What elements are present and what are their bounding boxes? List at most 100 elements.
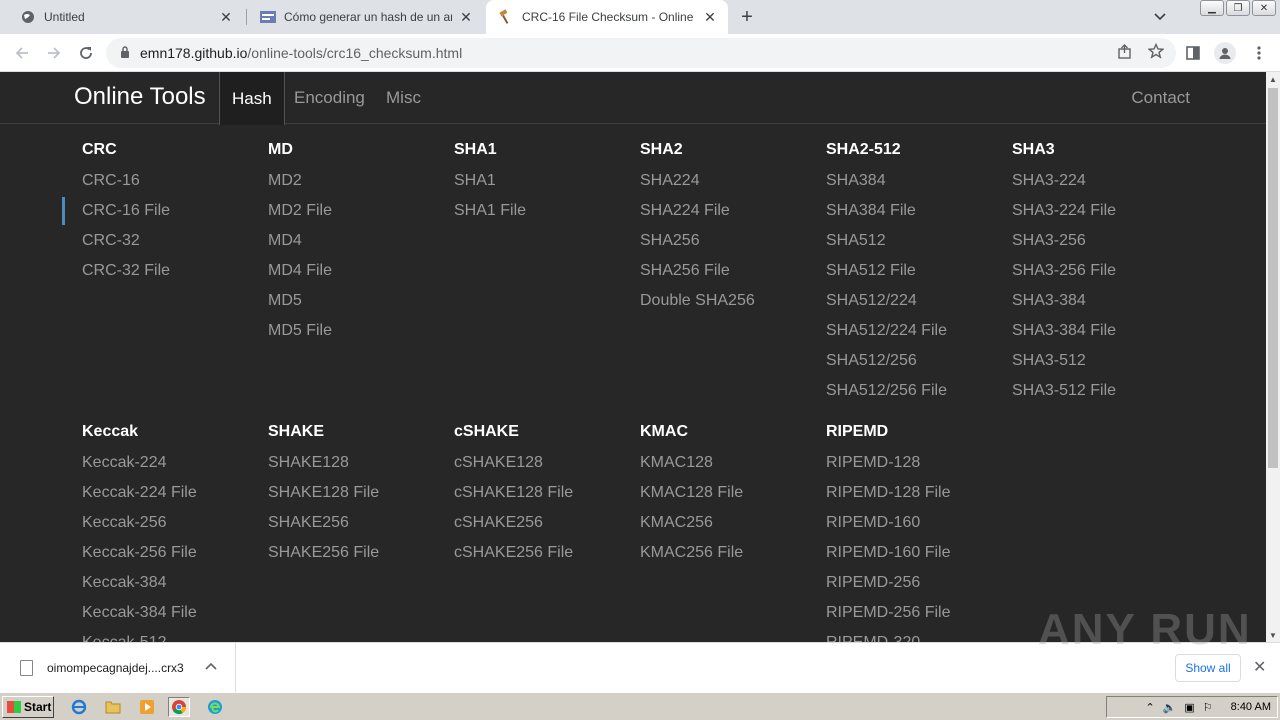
nav-hash[interactable]: Hash <box>219 72 285 125</box>
menu-item-keccak-224[interactable]: Keccak-224 <box>82 448 268 478</box>
menu-item-sha3-256[interactable]: SHA3-256 <box>1012 226 1198 256</box>
menu-item-sha256-file[interactable]: SHA256 File <box>640 256 826 286</box>
close-icon[interactable]: ✕ <box>458 9 474 25</box>
menu-item-keccak-256[interactable]: Keccak-256 <box>82 508 268 538</box>
menu-item-ripemd-160-file[interactable]: RIPEMD-160 File <box>826 538 1012 568</box>
ie-icon[interactable] <box>68 697 90 717</box>
media-player-icon[interactable] <box>136 697 158 717</box>
menu-item-sha256[interactable]: SHA256 <box>640 226 826 256</box>
nav-misc[interactable]: Misc <box>386 72 421 124</box>
chevron-up-icon[interactable] <box>205 659 217 673</box>
minimize-button[interactable]: ▁ <box>1200 0 1224 16</box>
menu-item-sha3-224[interactable]: SHA3-224 <box>1012 166 1198 196</box>
new-tab-button[interactable]: + <box>736 6 758 28</box>
menu-item-crc-32[interactable]: CRC-32 <box>82 226 268 256</box>
menu-item-sha512-file[interactable]: SHA512 File <box>826 256 1012 286</box>
menu-item-sha512-256[interactable]: SHA512/256 <box>826 346 1012 376</box>
menu-item-crc-32-file[interactable]: CRC-32 File <box>82 256 268 286</box>
menu-item-kmac256-file[interactable]: KMAC256 File <box>640 538 826 568</box>
menu-item-sha384[interactable]: SHA384 <box>826 166 1012 196</box>
show-all-button[interactable]: Show all <box>1175 654 1241 682</box>
menu-item-sha384-file[interactable]: SHA384 File <box>826 196 1012 226</box>
menu-item-double-sha256[interactable]: Double SHA256 <box>640 286 826 316</box>
menu-item-crc-16[interactable]: CRC-16 <box>82 166 268 196</box>
nav-contact[interactable]: Contact <box>1131 72 1190 124</box>
side-panel-icon[interactable] <box>1182 42 1204 64</box>
volume-icon[interactable]: 🔈 <box>1163 701 1177 714</box>
menu-item-md5[interactable]: MD5 <box>268 286 454 316</box>
menu-item-sha3-384-file[interactable]: SHA3-384 File <box>1012 316 1198 346</box>
menu-item-sha224-file[interactable]: SHA224 File <box>640 196 826 226</box>
menu-item-md2-file[interactable]: MD2 File <box>268 196 454 226</box>
menu-item-shake128[interactable]: SHAKE128 <box>268 448 454 478</box>
close-icon[interactable]: ✕ <box>702 9 718 25</box>
site-brand[interactable]: Online Tools <box>74 83 206 111</box>
close-icon[interactable]: ✕ <box>1253 657 1266 677</box>
forward-button[interactable] <box>42 41 66 65</box>
edge-icon[interactable] <box>204 697 226 717</box>
menu-item-md5-file[interactable]: MD5 File <box>268 316 454 346</box>
menu-item-sha224[interactable]: SHA224 <box>640 166 826 196</box>
restore-button[interactable]: ❐ <box>1226 0 1250 16</box>
menu-item-ripemd-160[interactable]: RIPEMD-160 <box>826 508 1012 538</box>
menu-item-cshake128[interactable]: cSHAKE128 <box>454 448 640 478</box>
back-button[interactable] <box>10 41 34 65</box>
menu-item-sha1-file[interactable]: SHA1 File <box>454 196 640 226</box>
menu-item-kmac256[interactable]: KMAC256 <box>640 508 826 538</box>
menu-item-sha512-224-file[interactable]: SHA512/224 File <box>826 316 1012 346</box>
page-scrollbar[interactable]: ▲ ▼ <box>1266 72 1280 642</box>
flag-icon[interactable]: ⚐ <box>1203 701 1213 714</box>
menu-item-shake128-file[interactable]: SHAKE128 File <box>268 478 454 508</box>
menu-item-keccak-224-file[interactable]: Keccak-224 File <box>82 478 268 508</box>
menu-item-sha512[interactable]: SHA512 <box>826 226 1012 256</box>
lock-icon[interactable] <box>120 45 130 61</box>
bookmark-star-icon[interactable] <box>1147 42 1165 63</box>
nav-encoding[interactable]: Encoding <box>294 72 365 124</box>
kebab-menu-icon[interactable] <box>1248 42 1270 64</box>
close-icon[interactable]: ✕ <box>218 9 234 25</box>
menu-item-cshake256[interactable]: cSHAKE256 <box>454 508 640 538</box>
menu-item-cshake256-file[interactable]: cSHAKE256 File <box>454 538 640 568</box>
scroll-thumb[interactable] <box>1268 88 1278 468</box>
menu-item-sha3-384[interactable]: SHA3-384 <box>1012 286 1198 316</box>
menu-item-ripemd-128-file[interactable]: RIPEMD-128 File <box>826 478 1012 508</box>
menu-item-kmac128[interactable]: KMAC128 <box>640 448 826 478</box>
network-icon[interactable]: ▣ <box>1184 701 1194 714</box>
menu-item-sha3-256-file[interactable]: SHA3-256 File <box>1012 256 1198 286</box>
close-window-button[interactable]: ✕ <box>1252 0 1276 16</box>
menu-item-shake256-file[interactable]: SHAKE256 File <box>268 538 454 568</box>
menu-item-md4[interactable]: MD4 <box>268 226 454 256</box>
menu-item-sha3-224-file[interactable]: SHA3-224 File <box>1012 196 1198 226</box>
menu-item-ripemd-128[interactable]: RIPEMD-128 <box>826 448 1012 478</box>
reload-button[interactable] <box>74 41 98 65</box>
menu-item-sha512-256-file[interactable]: SHA512/256 File <box>826 376 1012 406</box>
menu-item-keccak-384-file[interactable]: Keccak-384 File <box>82 598 268 628</box>
scroll-up-icon[interactable]: ▲ <box>1266 72 1280 86</box>
menu-item-keccak-512[interactable]: Keccak-512 <box>82 628 268 642</box>
menu-item-sha3-512[interactable]: SHA3-512 <box>1012 346 1198 376</box>
menu-item-keccak-256-file[interactable]: Keccak-256 File <box>82 538 268 568</box>
address-bar[interactable]: emn178.github.io/online-tools/crc16_chec… <box>106 38 1176 68</box>
menu-item-sha3-512-file[interactable]: SHA3-512 File <box>1012 376 1198 406</box>
tab-crc16-checksum[interactable]: CRC-16 File Checksum - Online Tools ✕ <box>486 0 728 34</box>
chrome-icon[interactable] <box>168 697 190 717</box>
scroll-down-icon[interactable]: ▼ <box>1266 628 1280 642</box>
profile-avatar-icon[interactable] <box>1214 42 1236 64</box>
menu-item-crc-16-file[interactable]: CRC-16 File <box>62 196 268 226</box>
menu-item-shake256[interactable]: SHAKE256 <box>268 508 454 538</box>
share-icon[interactable] <box>1117 43 1132 63</box>
menu-item-md4-file[interactable]: MD4 File <box>268 256 454 286</box>
tray-expand-icon[interactable]: ⌃ <box>1145 701 1154 714</box>
tab-untitled[interactable]: Untitled ✕ <box>8 0 244 34</box>
menu-item-sha1[interactable]: SHA1 <box>454 166 640 196</box>
menu-item-kmac128-file[interactable]: KMAC128 File <box>640 478 826 508</box>
start-button[interactable]: Start <box>2 696 54 718</box>
menu-item-ripemd-256-file[interactable]: RIPEMD-256 File <box>826 598 1012 628</box>
download-item[interactable]: oimompecagnajdej....crx3 <box>0 643 236 693</box>
tab-hash-article[interactable]: Cómo generar un hash de un archivo ✕ <box>248 0 484 34</box>
menu-item-sha512-224[interactable]: SHA512/224 <box>826 286 1012 316</box>
menu-item-ripemd-256[interactable]: RIPEMD-256 <box>826 568 1012 598</box>
tab-search-icon[interactable] <box>1150 8 1170 26</box>
menu-item-cshake128-file[interactable]: cSHAKE128 File <box>454 478 640 508</box>
folder-icon[interactable] <box>102 697 124 717</box>
